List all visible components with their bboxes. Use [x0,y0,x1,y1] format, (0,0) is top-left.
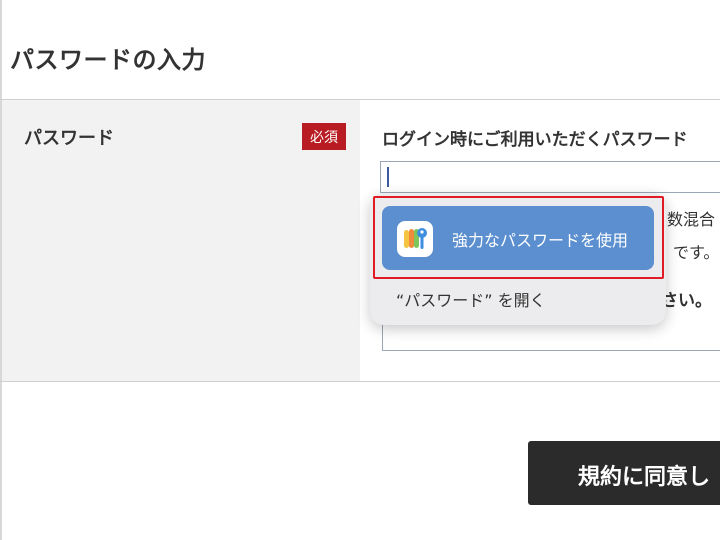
keys-icon [397,221,433,257]
text-caret [387,167,389,187]
password-instruction: ログイン時にご利用いただくパスワード [382,130,688,150]
label-cell: パスワード 必須 [2,100,360,381]
password-field-label: パスワード [24,128,114,149]
divider [0,381,720,382]
hint-text: です。 [673,243,720,262]
agree-to-terms-button[interactable]: 規約に同意し [528,441,720,505]
strong-password-label: 強力なパスワードを使用 [452,231,629,250]
use-strong-password-option[interactable]: 強力なパスワードを使用 [382,206,654,270]
required-badge: 必須 [302,123,346,150]
section-title: パスワードの入力 [10,46,206,74]
password-autofill-popover: 強力なパスワードを使用 “パスワード” を開く [370,193,666,325]
password-input[interactable] [380,161,720,193]
hint-text: さい。 [661,291,712,311]
hint-text: 数混合 [667,210,716,229]
open-passwords-app-option[interactable]: “パスワード” を開く [396,287,546,311]
